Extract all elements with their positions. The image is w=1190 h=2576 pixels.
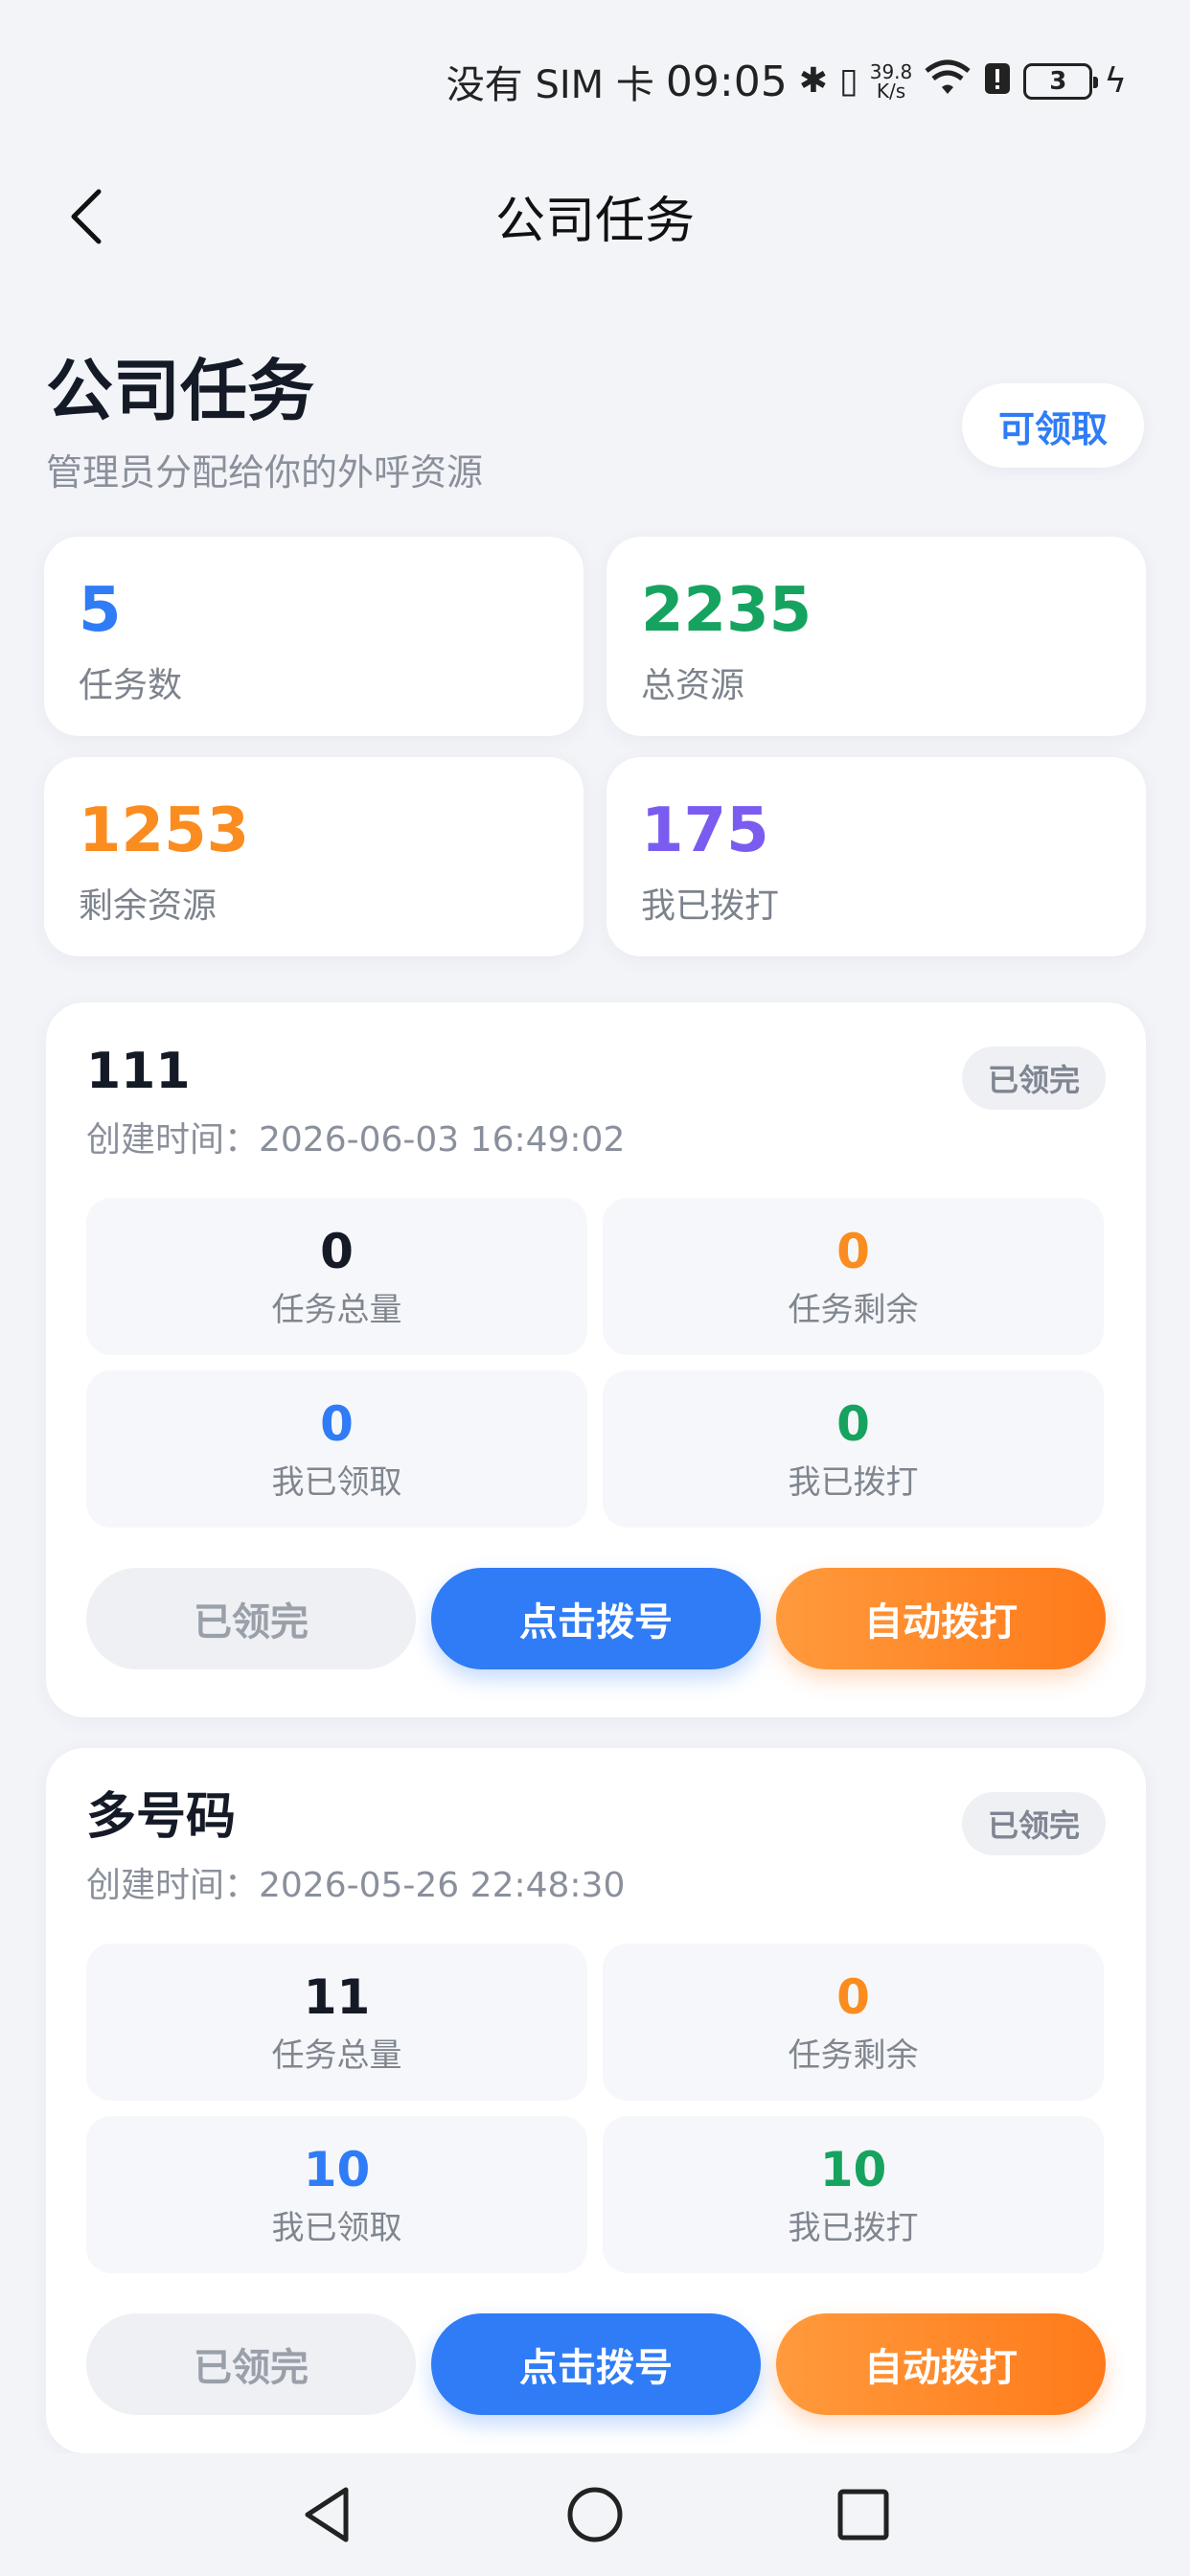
metric-total: 0 任务总量 xyxy=(86,1198,587,1355)
bluetooth-icon: ✱ xyxy=(798,61,828,101)
metric-label: 任务总量 xyxy=(271,2036,402,2075)
stat-label: 任务数 xyxy=(79,666,183,705)
auto-dial-button[interactable]: 自动拨打 xyxy=(776,1568,1106,1669)
metric-total: 11 任务总量 xyxy=(86,1944,587,2101)
metric-label: 我已领取 xyxy=(271,2208,402,2247)
metric-remaining: 0 任务剩余 xyxy=(603,1944,1104,2101)
stat-label: 我已拨打 xyxy=(641,886,780,926)
page-title: 公司任务 xyxy=(494,192,695,250)
chevron-left-icon xyxy=(71,189,102,244)
circle-home-icon xyxy=(567,2487,623,2542)
task-actions: 已领完 点击拨号 自动拨打 xyxy=(86,2313,1106,2415)
vibrate-icon: ▯ xyxy=(838,61,858,101)
stat-card-task-count: 5 任务数 xyxy=(44,537,584,736)
metric-dialed: 0 我已拨打 xyxy=(603,1370,1104,1528)
charging-icon: ϟ xyxy=(1104,61,1127,101)
metric-dialed: 10 我已拨打 xyxy=(603,2116,1104,2273)
metric-value: 0 xyxy=(836,1968,870,2025)
metric-remaining: 0 任务剩余 xyxy=(603,1198,1104,1355)
system-navigation-bar xyxy=(0,2453,1190,2576)
dial-button[interactable]: 点击拨号 xyxy=(431,2313,761,2415)
claimable-filter-button[interactable]: 可领取 xyxy=(962,383,1144,468)
metric-value: 10 xyxy=(303,2141,371,2197)
section-header: 公司任务 管理员分配给你的外呼资源 可领取 xyxy=(46,353,1144,496)
battery-indicator: 3 xyxy=(1023,63,1099,100)
metric-value: 0 xyxy=(836,1395,870,1452)
task-card-header: 111 已领完 xyxy=(86,1041,1106,1117)
task-card-header: 多号码 已领完 xyxy=(86,1786,1106,1863)
metric-value: 11 xyxy=(303,1968,371,2025)
status-time: 09:05 xyxy=(665,57,788,106)
navigation-bar: 公司任务 xyxy=(0,163,1190,268)
task-name: 111 xyxy=(86,1043,191,1100)
stat-label: 总资源 xyxy=(641,666,745,705)
metric-label: 我已领取 xyxy=(271,1462,402,1502)
network-speed-unit: K/s xyxy=(876,80,906,103)
stat-value: 2235 xyxy=(641,575,812,646)
task-created-time: 创建时间：2026-05-26 22:48:30 xyxy=(86,1866,626,1905)
status-badge: 已领完 xyxy=(962,1046,1106,1110)
system-home-button[interactable] xyxy=(557,2476,633,2553)
summary-stats: 5 任务数 2235 总资源 1253 剩余资源 175 我已拨打 xyxy=(44,537,1146,956)
task-actions: 已领完 点击拨号 自动拨打 xyxy=(86,1568,1106,1669)
metric-value: 0 xyxy=(836,1223,870,1279)
metric-claimed: 10 我已领取 xyxy=(86,2116,587,2273)
stat-value: 175 xyxy=(641,795,769,866)
network-speed: 39.8 K/s xyxy=(870,62,913,101)
stat-value: 1253 xyxy=(79,795,250,866)
system-back-button[interactable] xyxy=(288,2476,365,2553)
metric-label: 任务剩余 xyxy=(788,1290,919,1329)
alert-icon xyxy=(983,61,1012,103)
task-metrics: 0 任务总量 0 任务剩余 0 我已领取 0 我已拨打 xyxy=(86,1198,1106,1528)
metric-claimed: 0 我已领取 xyxy=(86,1370,587,1528)
system-recents-button[interactable] xyxy=(825,2476,902,2553)
metric-label: 任务剩余 xyxy=(788,2036,919,2075)
metric-value: 10 xyxy=(819,2141,887,2197)
metric-label: 我已拨打 xyxy=(788,2208,919,2247)
auto-dial-button[interactable]: 自动拨打 xyxy=(776,2313,1106,2415)
stat-label: 剩余资源 xyxy=(79,886,217,926)
stat-card-remaining-resources: 1253 剩余资源 xyxy=(44,757,584,956)
back-button[interactable] xyxy=(48,178,125,255)
triangle-back-icon xyxy=(305,2487,349,2542)
claimed-out-button[interactable]: 已领完 xyxy=(86,1568,416,1669)
metric-label: 任务总量 xyxy=(271,1290,402,1329)
status-badge: 已领完 xyxy=(962,1792,1106,1855)
stat-value: 5 xyxy=(79,575,122,646)
stat-card-total-resources: 2235 总资源 xyxy=(606,537,1146,736)
task-metrics: 11 任务总量 0 任务剩余 10 我已领取 10 我已拨打 xyxy=(86,1944,1106,2273)
task-card: 多号码 已领完 创建时间：2026-05-26 22:48:30 11 任务总量… xyxy=(46,1748,1146,2453)
claimed-out-button[interactable]: 已领完 xyxy=(86,2313,416,2415)
square-recents-icon xyxy=(837,2489,889,2541)
metric-value: 0 xyxy=(320,1395,354,1452)
dial-button[interactable]: 点击拨号 xyxy=(431,1568,761,1669)
wifi-icon xyxy=(924,59,972,104)
metric-value: 0 xyxy=(320,1223,354,1279)
task-created-time: 创建时间：2026-06-03 16:49:02 xyxy=(86,1120,626,1160)
sim-status: 没有 SIM 卡 xyxy=(446,63,654,107)
stat-card-my-dialed: 175 我已拨打 xyxy=(606,757,1146,956)
task-card: 111 已领完 创建时间：2026-06-03 16:49:02 0 任务总量 … xyxy=(46,1002,1146,1717)
metric-label: 我已拨打 xyxy=(788,1462,919,1502)
task-name: 多号码 xyxy=(86,1788,237,1846)
status-bar: 没有 SIM 卡 09:05 ✱ ▯ 39.8 K/s 3 ϟ xyxy=(0,0,1190,163)
